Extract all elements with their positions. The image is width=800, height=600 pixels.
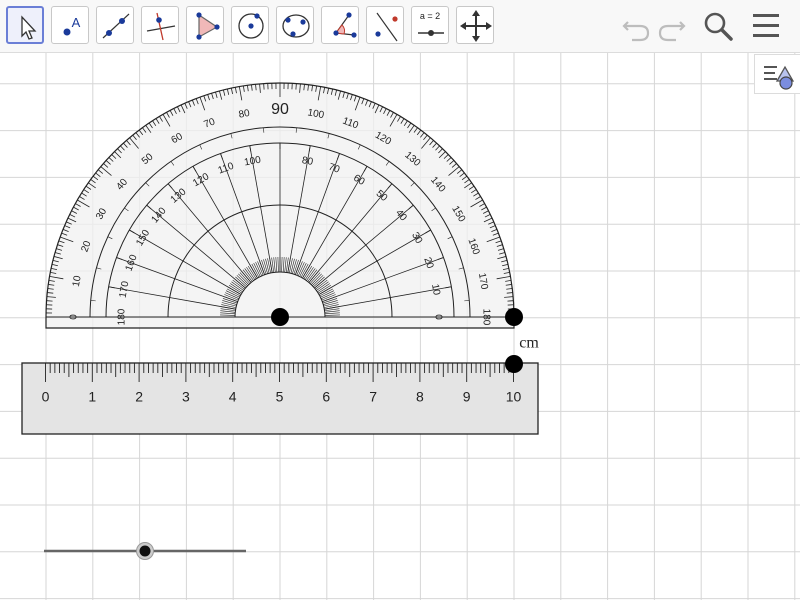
reflect-about-line-icon	[375, 12, 398, 42]
search-icon	[704, 12, 733, 41]
search-button[interactable]	[700, 8, 736, 44]
ruler-tick-label: 4	[229, 389, 237, 405]
polygon-icon	[196, 12, 220, 40]
ruler-unit-label: cm	[519, 335, 539, 352]
ruler-tick-label: 1	[88, 389, 96, 405]
perpendicular-line-icon	[146, 12, 176, 41]
protractor-top-label: 90	[271, 101, 289, 118]
perpendicular-tool[interactable]	[141, 6, 179, 44]
arrow-cursor-icon	[21, 15, 37, 40]
protractor-outer-label: 0	[69, 314, 80, 320]
ruler-tick-label: 5	[276, 389, 284, 405]
protractor-outer-label: 180	[480, 309, 491, 326]
ruler-tick-label: 9	[463, 389, 471, 405]
line-through-points-icon	[102, 13, 130, 39]
menu-icon	[753, 14, 779, 37]
angle-tool[interactable]	[321, 6, 359, 44]
ruler[interactable]: 0 1 2 3 4 5 6 7 8 9 10	[21, 362, 539, 435]
undo-button[interactable]	[618, 8, 654, 44]
point-tool[interactable]: A	[51, 6, 89, 44]
protractor-rotate-point[interactable]	[505, 308, 523, 326]
redo-button[interactable]	[654, 8, 690, 44]
angle-icon	[333, 12, 357, 38]
undo-icon	[622, 21, 650, 42]
menu-button[interactable]	[748, 8, 784, 44]
protractor[interactable]: 1800170101602015030140401305012060110701…	[45, 82, 515, 329]
slider[interactable]	[44, 542, 246, 560]
circle-tool[interactable]	[231, 6, 269, 44]
move-graphics-tool[interactable]	[456, 6, 494, 44]
reflect-tool[interactable]	[366, 6, 404, 44]
polygon-tool[interactable]	[186, 6, 224, 44]
circle-three-points-tool[interactable]	[276, 6, 314, 44]
ruler-tick-label: 0	[42, 389, 50, 405]
algebra-view-toggle[interactable]	[754, 54, 800, 94]
ruler-tick-label: 8	[416, 389, 424, 405]
ruler-handle-point[interactable]	[505, 355, 523, 373]
point-tool-label: A	[71, 15, 81, 30]
line-tool[interactable]	[96, 6, 134, 44]
redo-icon	[658, 21, 686, 42]
circle-center-point-icon	[238, 13, 264, 39]
ruler-tick-label: 6	[322, 389, 330, 405]
protractor-inner-label: 0	[432, 314, 443, 320]
algebra-view-icon	[764, 65, 795, 90]
move-graphics-icon	[460, 10, 492, 42]
circle-three-points-icon	[282, 14, 310, 38]
protractor-inner-label: 180	[117, 308, 128, 325]
ruler-tick-label: 2	[135, 389, 143, 405]
graphics-view[interactable]: 1800170101602015030140401305012060110701…	[0, 53, 800, 600]
protractor-center-point[interactable]	[271, 308, 289, 326]
ruler-tick-label: 7	[369, 389, 377, 405]
ruler-tick-label: 10	[506, 389, 522, 405]
ruler-tick-label: 3	[182, 389, 190, 405]
slider-knob[interactable]	[139, 545, 151, 557]
slider-tool[interactable]: a = 2	[411, 6, 449, 44]
slider-tool-label: a = 2	[419, 11, 441, 21]
move-tool[interactable]	[6, 6, 44, 44]
